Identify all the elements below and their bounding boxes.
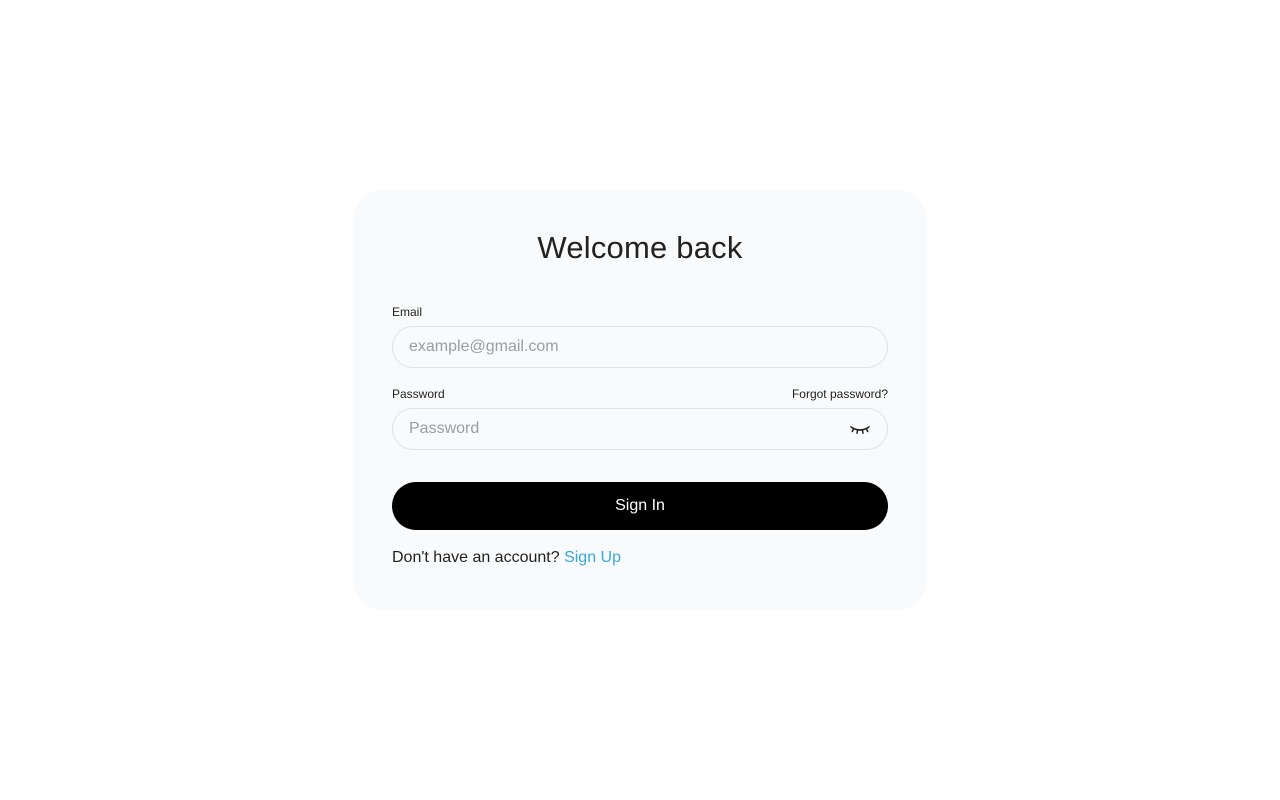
forgot-password-link[interactable]: Forgot password? (792, 387, 888, 401)
password-field[interactable] (393, 409, 887, 449)
page: Welcome back Email Password Forgot passw… (0, 0, 1280, 800)
password-label: Password (392, 387, 445, 401)
sign-up-link[interactable]: Sign Up (564, 549, 621, 566)
login-card: Welcome back Email Password Forgot passw… (353, 190, 927, 610)
email-field-wrapper (392, 326, 888, 368)
eye-closed-icon[interactable] (849, 421, 871, 437)
password-field-wrapper (392, 408, 888, 450)
email-label: Email (392, 305, 423, 319)
page-title: Welcome back (537, 230, 743, 265)
email-field[interactable] (393, 327, 887, 367)
sign-in-button[interactable]: Sign In (392, 482, 888, 530)
signup-row: Don't have an account? Sign Up (392, 548, 621, 568)
signup-prompt: Don't have an account? (392, 549, 560, 566)
